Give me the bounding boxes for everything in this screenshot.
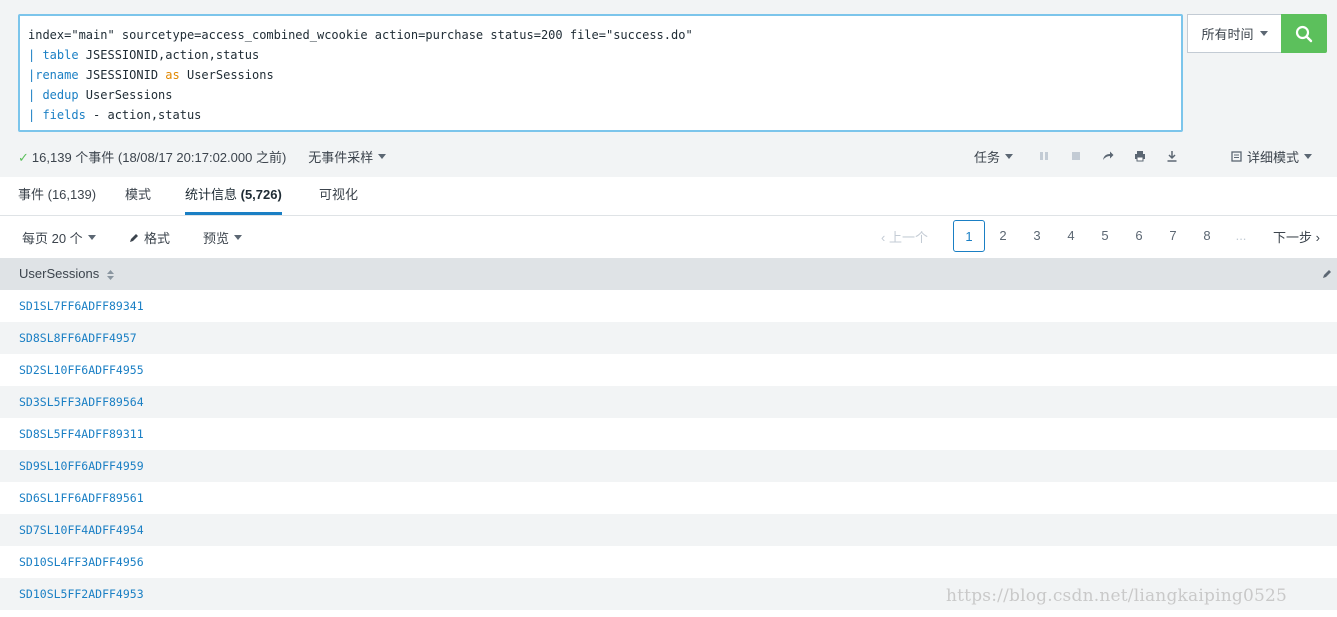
session-id-cell[interactable]: SD6SL1FF6ADFF89561: [19, 491, 144, 505]
pager-page-4[interactable]: 4: [1055, 220, 1087, 252]
time-range-picker[interactable]: 所有时间: [1187, 14, 1281, 53]
query-line-4: | dedup UserSessions: [28, 88, 173, 102]
column-header-usersessions[interactable]: UserSessions: [19, 266, 114, 281]
tab-patterns[interactable]: 模式: [125, 177, 151, 215]
session-id-cell[interactable]: SD1SL7FF6ADFF89341: [19, 299, 144, 313]
pager-next[interactable]: 下一步 ›: [1273, 227, 1320, 246]
table-row: SD6SL1FF6ADFF89561: [0, 482, 1337, 514]
search-mode-menu[interactable]: 详细模式: [1231, 147, 1313, 166]
edit-column-icon[interactable]: [1322, 269, 1332, 279]
stop-icon[interactable]: [1067, 147, 1085, 165]
session-id-cell[interactable]: SD8SL8FF6ADFF4957: [19, 331, 137, 345]
table-row: SD10SL4FF3ADFF4956: [0, 546, 1337, 578]
tab-statistics[interactable]: 统计信息 (5,726): [185, 177, 282, 215]
table-row: SD7SL10FF4ADFF4954: [0, 514, 1337, 546]
search-status-row: ✓ 16,139 个事件 (18/08/17 20:17:02.000 之前) 无…: [18, 147, 387, 166]
results-tabs: 事件 (16,139) 模式 统计信息 (5,726) 可视化: [0, 177, 1337, 216]
watermark: https://blog.csdn.net/liangkaiping0525: [946, 586, 1288, 606]
query-line-5: | fields - action,status: [28, 108, 202, 122]
pager-prev[interactable]: ‹ 上一个: [881, 227, 928, 246]
table-row: SD8SL8FF6ADFF4957: [0, 322, 1337, 354]
pager-page-2[interactable]: 2: [987, 220, 1019, 252]
tab-visualization[interactable]: 可视化: [319, 177, 358, 215]
table-row: SD3SL5FF3ADFF89564: [0, 386, 1337, 418]
per-page-dropdown[interactable]: 每页 20 个: [22, 228, 96, 247]
mode-icon: [1231, 150, 1242, 162]
job-menu[interactable]: 任务: [974, 147, 1014, 166]
tab-events[interactable]: 事件 (16,139): [18, 177, 96, 215]
session-id-cell[interactable]: SD10SL4FF3ADFF4956: [19, 555, 144, 569]
pencil-icon: [130, 233, 138, 242]
check-icon: ✓: [18, 149, 29, 165]
preview-dropdown[interactable]: 预览: [203, 228, 243, 247]
query-line-3: |rename JSESSIONID as UserSessions: [28, 68, 274, 82]
event-summary: ✓ 16,139 个事件 (18/08/17 20:17:02.000 之前): [18, 149, 287, 165]
sort-icon: [106, 269, 114, 280]
pager-page-6[interactable]: 6: [1123, 220, 1155, 252]
pager-page-3[interactable]: 3: [1021, 220, 1053, 252]
session-id-cell[interactable]: SD7SL10FF4ADFF4954: [19, 523, 144, 537]
table-row: SD8SL5FF4ADFF89311: [0, 418, 1337, 450]
table-row: SD2SL10FF6ADFF4955: [0, 354, 1337, 386]
pager-page-5[interactable]: 5: [1089, 220, 1121, 252]
export-icon[interactable]: [1163, 147, 1181, 165]
table-row: SD1SL7FF6ADFF89341: [0, 290, 1337, 322]
search-query-editor[interactable]: index="main" sourcetype=access_combined_…: [18, 14, 1183, 132]
time-range-label: 所有时间: [1201, 27, 1254, 42]
search-button[interactable]: [1281, 14, 1327, 53]
table-header: UserSessions: [0, 258, 1337, 290]
table-body: SD1SL7FF6ADFF89341 SD8SL8FF6ADFF4957 SD2…: [0, 290, 1337, 610]
table-row: SD9SL10FF6ADFF4959: [0, 450, 1337, 482]
session-id-cell[interactable]: SD3SL5FF3ADFF89564: [19, 395, 144, 409]
pager-ellipsis: ...: [1235, 228, 1247, 243]
session-id-cell[interactable]: SD9SL10FF6ADFF4959: [19, 459, 144, 473]
pager-page-7[interactable]: 7: [1157, 220, 1189, 252]
pager-page-1[interactable]: 1: [953, 220, 985, 252]
session-id-cell[interactable]: SD10SL5FF2ADFF4953: [19, 587, 144, 601]
sampling-dropdown[interactable]: 无事件采样: [308, 147, 387, 166]
print-icon[interactable]: [1131, 147, 1149, 165]
format-button[interactable]: 格式: [129, 228, 170, 247]
chevron-down-icon: [1259, 31, 1268, 36]
query-line-2: | table JSESSIONID,action,status: [28, 48, 260, 62]
pause-icon[interactable]: [1035, 147, 1053, 165]
share-icon[interactable]: [1099, 147, 1117, 165]
pager-page-8[interactable]: 8: [1191, 220, 1223, 252]
job-toolbar: 任务 详细模式: [974, 147, 1313, 166]
search-icon: [1295, 25, 1313, 42]
session-id-cell[interactable]: SD2SL10FF6ADFF4955: [19, 363, 144, 377]
session-id-cell[interactable]: SD8SL5FF4ADFF89311: [19, 427, 144, 441]
query-line-1: index="main" sourcetype=access_combined_…: [28, 28, 693, 42]
